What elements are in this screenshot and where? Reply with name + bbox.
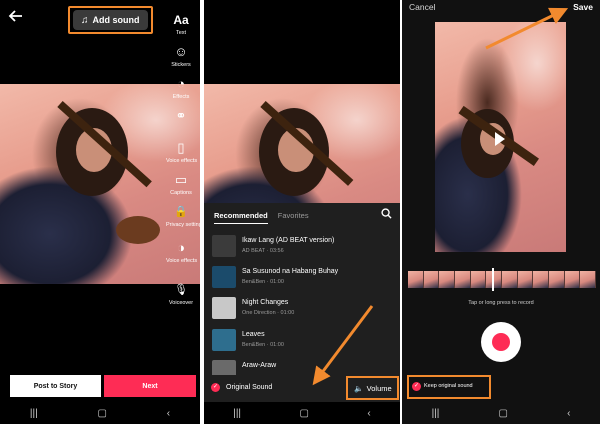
recents-icon[interactable]: ||| <box>30 408 38 419</box>
cancel-button[interactable]: Cancel <box>409 2 435 12</box>
song-meta: AD BEAT · 03:56 <box>242 248 284 254</box>
stickers-icon: ☺ <box>174 44 188 59</box>
tool-voiceover[interactable]: 🎙 Voiceover <box>166 282 196 306</box>
song-meta: One Direction · 01:00 <box>242 310 295 316</box>
song-title: Sa Susunod na Habang Buhay <box>242 268 339 275</box>
tool-label: Effects <box>172 94 190 100</box>
highlight-box <box>407 375 491 399</box>
video-timeline[interactable] <box>408 271 596 288</box>
tool-text[interactable]: Aa Text <box>166 12 196 36</box>
song-title: Ikaw Lang (AD BEAT version) <box>242 237 335 244</box>
tool-voice-effects[interactable]: ◑ Voice effects <box>166 240 198 264</box>
post-to-story-button[interactable]: Post to Story <box>10 375 101 397</box>
tool-label: Stickers <box>171 62 191 68</box>
edit-screen: ♫ Add sound Aa Text ☺ Stickers ◔ Effects… <box>0 0 200 424</box>
home-icon[interactable]: ▢ <box>498 408 507 419</box>
nav-back-icon[interactable]: ‹ <box>567 408 570 419</box>
tool-effects[interactable]: ◔ Effects <box>166 76 196 100</box>
tool-voice-effects[interactable]: ▯ Voice effects <box>166 140 198 164</box>
tool-filters[interactable]: ⚭ <box>166 108 196 124</box>
home-icon[interactable]: ▢ <box>97 408 106 419</box>
song-title: Leaves <box>242 331 265 338</box>
effects-icon: ◔ <box>177 76 185 91</box>
voice-effects-icon: ◑ <box>177 240 185 255</box>
tool-label: Captions <box>170 190 192 196</box>
add-sound-button[interactable]: ♫ Add sound <box>68 6 153 34</box>
voice-effects-icon: ▯ <box>177 140 185 155</box>
record-dot <box>492 333 510 351</box>
sound-picker-screen: Recommended Favorites Ikaw Lang (AD BEAT… <box>204 0 400 424</box>
song-meta: Ben&Ben · 01:00 <box>242 342 284 348</box>
save-button[interactable]: Save <box>573 2 593 12</box>
album-cover <box>212 329 236 351</box>
nav-back-icon[interactable]: ‹ <box>367 408 370 419</box>
tab-favorites[interactable]: Favorites <box>278 211 309 224</box>
album-cover <box>212 266 236 288</box>
timeline-cursor[interactable] <box>492 268 494 291</box>
filters-icon: ⚭ <box>175 108 187 123</box>
nav-back-icon[interactable]: ‹ <box>167 408 170 419</box>
search-icon[interactable] <box>381 208 392 222</box>
album-cover <box>212 235 236 257</box>
privacy-icon: 🔒 <box>174 206 188 218</box>
tool-label: Text <box>175 30 187 36</box>
highlight-box <box>346 376 399 400</box>
voiceover-screen: Cancel Save Tap or long press to record … <box>402 0 600 424</box>
tool-label: Privacy settings <box>166 222 200 228</box>
record-button[interactable] <box>481 322 521 362</box>
system-nav-bar: ||| ▢ ‹ <box>204 402 400 424</box>
sound-tabs: Recommended Favorites <box>214 211 309 224</box>
album-cover <box>212 297 236 319</box>
song-title: Araw-Araw <box>242 362 277 369</box>
back-arrow-icon[interactable] <box>8 8 28 28</box>
list-item[interactable]: Sa Susunod na Habang Buhay Ben&Ben · 01:… <box>212 266 392 290</box>
song-title: Night Changes <box>242 299 289 306</box>
video-preview <box>435 22 566 252</box>
record-hint: Tap or long press to record <box>468 300 534 306</box>
list-item[interactable]: Leaves Ben&Ben · 01:00 <box>212 329 392 353</box>
tool-stickers[interactable]: ☺ Stickers <box>166 44 196 68</box>
sound-sheet: Recommended Favorites Ikaw Lang (AD BEAT… <box>204 203 400 402</box>
list-item[interactable]: Ikaw Lang (AD BEAT version) AD BEAT · 03… <box>212 235 392 259</box>
tool-label: Voiceover <box>168 300 194 306</box>
tool-privacy[interactable]: 🔒 Privacy settings <box>166 204 200 228</box>
next-button[interactable]: Next <box>104 375 196 397</box>
text-icon: Aa <box>173 13 189 27</box>
system-nav-bar: ||| ▢ ‹ <box>0 402 200 424</box>
recents-icon[interactable]: ||| <box>233 408 241 419</box>
original-sound-label: Original Sound <box>226 384 273 391</box>
recents-icon[interactable]: ||| <box>432 408 440 419</box>
home-icon[interactable]: ▢ <box>300 408 309 419</box>
tool-label: Voice effects <box>166 158 198 164</box>
system-nav-bar: ||| ▢ ‹ <box>402 402 600 424</box>
voiceover-icon: 🎙 <box>174 284 188 296</box>
captions-icon: ▭ <box>174 172 188 187</box>
highlight-box <box>68 6 153 34</box>
play-icon[interactable] <box>495 132 506 147</box>
tab-recommended[interactable]: Recommended <box>214 211 268 224</box>
original-sound-checkbox[interactable]: ✓ <box>211 383 220 392</box>
list-item[interactable]: Night Changes One Direction · 01:00 <box>212 297 392 321</box>
tool-label: Voice effects <box>166 258 198 264</box>
song-meta: Ben&Ben · 01:00 <box>242 279 284 285</box>
tool-captions[interactable]: ▭ Captions <box>166 172 196 196</box>
